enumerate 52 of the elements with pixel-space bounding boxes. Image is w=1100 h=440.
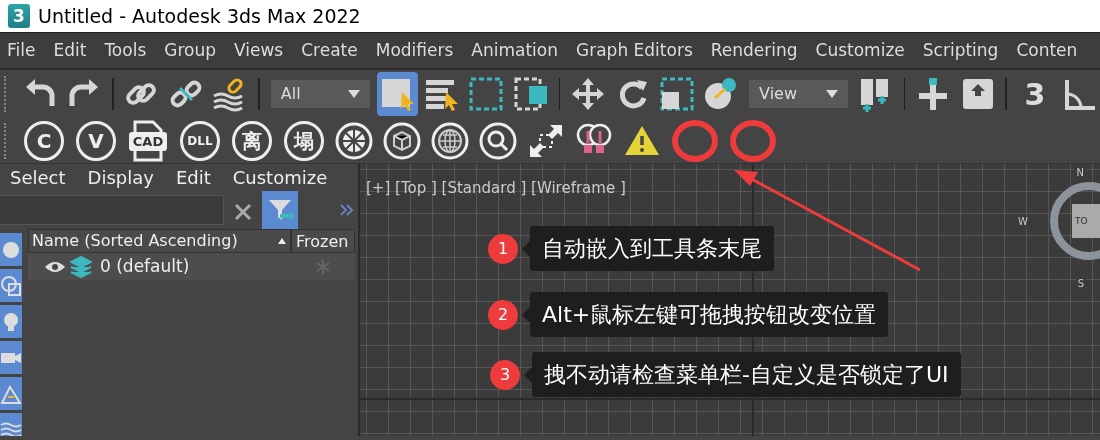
callout-text: Alt+鼠标左键可拖拽按钮改变位置 <box>530 292 889 337</box>
menu-item[interactable]: Conten <box>1009 37 1089 64</box>
snap-toggle[interactable]: 3 <box>1014 72 1056 116</box>
tool-button[interactable]: 离 <box>232 120 272 161</box>
menu-item[interactable]: Create <box>294 37 369 64</box>
column-header[interactable]: Name (Sorted Ascending) <box>28 229 291 253</box>
menu-item[interactable]: Customize <box>232 164 328 191</box>
tool-button[interactable]: C <box>24 120 64 161</box>
menu-item[interactable]: Modifiers <box>368 37 465 64</box>
compass-label: N <box>1074 167 1086 179</box>
menu-item[interactable]: Scripting <box>915 37 1010 64</box>
search-field[interactable] <box>0 195 224 225</box>
shapes-icon[interactable] <box>0 269 22 302</box>
menu-item[interactable]: Edit <box>175 164 211 191</box>
compass-label: S <box>1075 278 1086 290</box>
view-cube-face[interactable]: TO <box>1072 204 1100 238</box>
menu-item[interactable]: Group <box>157 37 228 64</box>
callout-text: 自动嵌入到工具条末尾 <box>530 226 774 271</box>
menu-item[interactable]: Views <box>227 37 295 64</box>
layers-icon <box>70 253 92 280</box>
menu-item[interactable]: Animation <box>464 37 569 64</box>
step-number: 3 <box>490 359 520 390</box>
camera-icon[interactable] <box>0 341 22 374</box>
window-title: Untitled - Autodesk 3ds Max 2022 <box>38 3 361 29</box>
menu-item[interactable]: Display <box>87 164 154 191</box>
menu-item[interactable]: Rendering <box>703 37 809 64</box>
expand-icon[interactable] <box>340 204 354 216</box>
viewport-label[interactable]: [+] [Top ] [Standard ] [Wireframe ] <box>366 177 626 200</box>
menu-item[interactable]: Graph Editors <box>569 37 704 64</box>
toolbar-grip[interactable] <box>4 76 8 112</box>
column-header[interactable]: Frozen <box>291 229 355 253</box>
menu-item[interactable]: File <box>0 37 47 64</box>
step-number: 2 <box>488 299 518 330</box>
step-number: 1 <box>488 233 518 264</box>
tool-button[interactable]: V <box>76 120 116 161</box>
tool-button[interactable]: 塌 <box>284 120 324 161</box>
select-cursor-icon[interactable] <box>376 72 419 116</box>
filter-button[interactable] <box>262 191 298 229</box>
light-bulb-icon[interactable] <box>0 305 22 338</box>
dropdown[interactable]: View <box>749 80 849 108</box>
callout-text: 拽不动请检查菜单栏-自定义是否锁定了UI <box>532 352 961 397</box>
dropdown[interactable]: All <box>270 80 370 108</box>
toolbar-grip[interactable] <box>4 122 8 159</box>
tool-button[interactable]: DLL <box>180 120 220 161</box>
app-icon: 3 <box>8 4 30 28</box>
view-cube[interactable]: TO <box>1050 182 1100 260</box>
viewport-grid[interactable]: [+] [Top ] [Standard ] [Wireframe ] N W TO S 1 自动嵌入到工具条末尾 2 Alt+鼠标左键可拖拽按钮改变位置 3 拽不动请检查菜单栏-自定义是否锁定了UI <box>358 164 1100 436</box>
menu-item[interactable]: Select <box>10 164 66 191</box>
menu-item[interactable]: Edit <box>46 37 98 64</box>
compass-label: W <box>1016 216 1030 228</box>
menu-item[interactable]: Tools <box>97 37 158 64</box>
menu-item[interactable]: Customize <box>808 37 916 64</box>
